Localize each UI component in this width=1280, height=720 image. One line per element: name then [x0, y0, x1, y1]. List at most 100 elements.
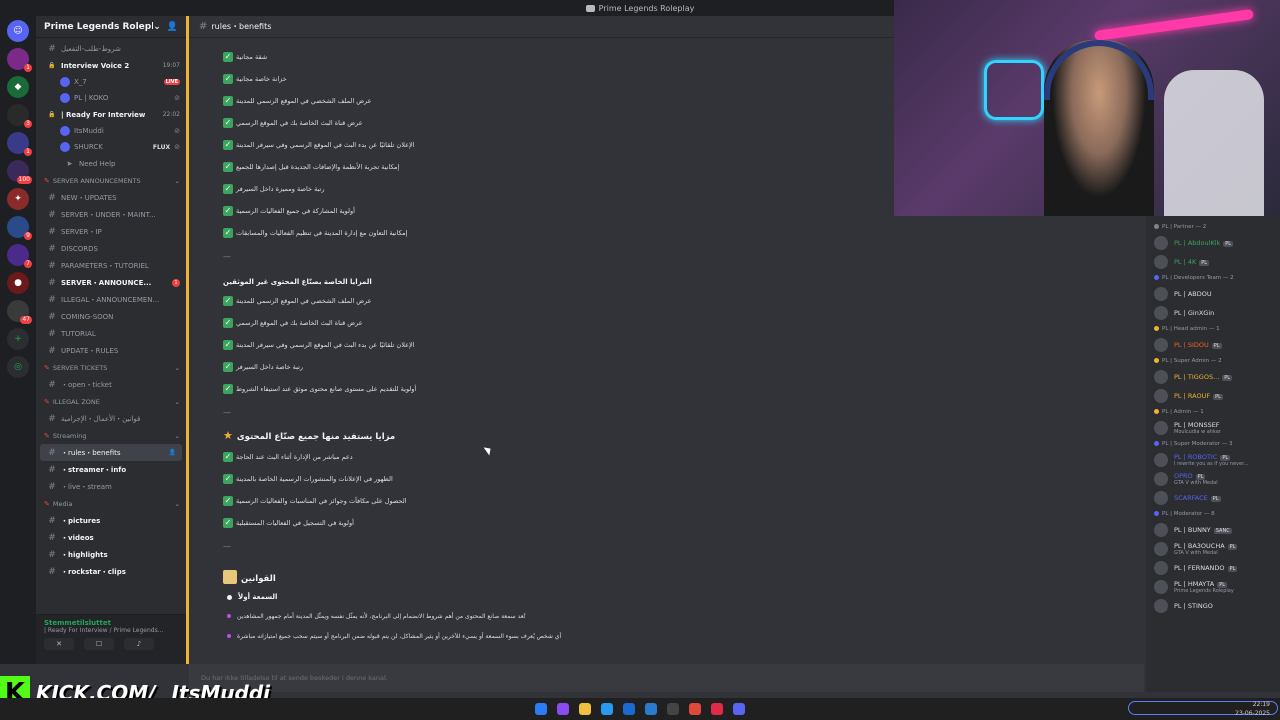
member-item[interactable]: PL | RAOUF PL [1146, 386, 1280, 405]
member-item[interactable]: PL | ROBOTIC PL I rewrite you as if you ne… [1146, 450, 1280, 469]
server-icon[interactable]: 9 [7, 216, 32, 240]
server-icon[interactable]: 47 [7, 300, 32, 324]
voice-user[interactable]: X_7 LIVE [36, 74, 186, 90]
discord-taskbar-icon[interactable] [733, 703, 745, 715]
channel-item[interactable]: # ILLEGAL・ANNOUNCEMEN... [36, 291, 186, 308]
add-member-icon[interactable]: 👤 [167, 22, 178, 32]
channel-item[interactable]: # ・videos [36, 529, 186, 546]
channel-item-active[interactable]: # ・rules・benefits 👤 [40, 444, 182, 461]
voice-user-name: ItsMuddi [74, 127, 104, 135]
channel-category[interactable]: ✎ SERVER TICKETS ⌄ [36, 359, 186, 376]
server-icon[interactable]: ✦ [7, 188, 29, 210]
app-icon[interactable] [667, 703, 679, 715]
explore-icon[interactable]: ◎ [7, 356, 29, 378]
channel-item[interactable]: # ・open・ticket [36, 376, 186, 393]
channel-item[interactable]: # شروط-طلب-التفعيل [36, 40, 186, 57]
server-icon[interactable]: 7 [7, 244, 32, 268]
member-item[interactable]: PL | STINGO [1146, 596, 1280, 615]
windows-start-icon[interactable] [535, 703, 547, 715]
member-item[interactable]: PL | HMAYTA PL Prime Legends Roleplay [1146, 577, 1280, 596]
channel-item[interactable]: # ・live・stream [36, 478, 186, 495]
member-item[interactable]: PL | TIGGOS... PL [1146, 367, 1280, 386]
thread-item[interactable]: ▸ Need Help [36, 155, 186, 172]
vscode-icon[interactable] [645, 703, 657, 715]
store-icon[interactable] [623, 703, 635, 715]
edge-icon[interactable] [601, 703, 613, 715]
channel-item[interactable]: # TUTORIAL [36, 325, 186, 342]
member-info: PL | RAOUF PL [1174, 392, 1223, 400]
rule-title-text: السمعة أولاً [238, 593, 278, 601]
member-item[interactable]: PL | BUNNY SANC [1146, 520, 1280, 539]
member-item[interactable]: PL | MONSSEF Moulcudia w ahkar [1146, 418, 1280, 437]
voice-channel-label[interactable]: | Ready For Interview / Prime Legends... [44, 627, 178, 634]
member-item[interactable]: PL | ABDOU [1146, 284, 1280, 303]
member-item[interactable]: PL | AbdoulKlk PL [1146, 233, 1280, 252]
member-status: I rewrite you as if you never... [1174, 460, 1249, 467]
voice-user[interactable]: PL | KOKO ⊘ [36, 90, 186, 106]
mention-badge: 1 [172, 278, 180, 287]
channel-item[interactable]: # ・pictures [36, 512, 186, 529]
channel-category[interactable]: ✎ ILLEGAL ZONE ⌄ [36, 393, 186, 410]
voice-user[interactable]: SHURCK FLUX ⊘ [36, 139, 186, 155]
channel-category[interactable]: ✎ SERVER ANNOUNCEMENTS ⌄ [36, 172, 186, 189]
benefit-text: عرض قناة البث الخاصة بك في الموقع الرسمي [236, 119, 363, 127]
soundboard-icon[interactable]: ♪ [124, 638, 154, 650]
channel-item[interactable]: # SERVER・UNDER・MAINT... [36, 206, 186, 223]
member-item[interactable]: PL | GinXGin [1146, 303, 1280, 322]
channel-item[interactable]: # COMING-SOON [36, 308, 186, 325]
file-explorer-icon[interactable] [579, 703, 591, 715]
copilot-icon[interactable] [557, 703, 569, 715]
channel-item[interactable]: # ・rockstar・clips [36, 563, 186, 580]
member-item[interactable]: PL | BA3OUCHA PL GTA V with Medal [1146, 539, 1280, 558]
member-info: PL | HMAYTA PL Prime Legends Roleplay [1174, 580, 1234, 594]
server-icon[interactable]: 1 [7, 48, 32, 72]
benefit-text: الظهور في الإعلانات والمنشورات الرسمية ا… [236, 475, 393, 483]
star-icon: ★ [223, 429, 233, 442]
server-icon[interactable]: ● [7, 272, 29, 294]
channel-item[interactable]: # UPDATE・RULES [36, 342, 186, 359]
voice-user[interactable]: ItsMuddi ⊘ [36, 123, 186, 139]
member-name: PL | 4K [1174, 257, 1197, 266]
member-item[interactable]: SCARFACE PL [1146, 488, 1280, 507]
avatar [60, 77, 70, 87]
channel-item[interactable]: # SERVER・ANNOUNCE... 1 [36, 274, 186, 291]
neon-controller-sign [984, 60, 1044, 120]
server-icon[interactable]: ◆ [7, 76, 29, 98]
hash-icon: # [48, 226, 56, 237]
obs-icon[interactable] [711, 703, 723, 715]
channel-category[interactable]: ✎ Streaming ⌄ [36, 427, 186, 444]
home-icon[interactable]: ☺ [7, 20, 29, 42]
member-item[interactable]: PL | SIDOU PL [1146, 335, 1280, 354]
server-icon[interactable]: 1 [7, 132, 32, 156]
channel-item[interactable]: # SERVER・IP [36, 223, 186, 240]
channel-item[interactable]: # ・streamer・info [36, 461, 186, 478]
channel-item[interactable]: # PARAMETERS・TUTORIEL [36, 257, 186, 274]
add-server-icon[interactable]: + [7, 328, 29, 350]
voice-channel[interactable]: 🔒 Interview Voice 2 19:07 [36, 57, 186, 74]
benefit-line: ✓ أولوية للتقديم على مستوى صانع محتوى موث… [223, 378, 883, 400]
member-item[interactable]: OPRO PL GTA V with Medal [1146, 469, 1280, 488]
channel-item[interactable]: # ・highlights [36, 546, 186, 563]
channel-item[interactable]: # DISCORDS [36, 240, 186, 257]
server-icon[interactable]: 100 [7, 160, 32, 184]
chrome-icon[interactable] [689, 703, 701, 715]
channel-item[interactable]: # NEW・UPDATES [36, 189, 186, 206]
channel-item[interactable]: # قوانين・الأعمال・الإجرامية [36, 410, 186, 427]
member-name: PL | FERNANDO [1174, 563, 1225, 572]
avatar [1154, 522, 1168, 537]
channel-category[interactable]: ✎ Media ⌄ [36, 495, 186, 512]
server-header[interactable]: Prime Legends Roleplay ⌄ 👤 [36, 16, 186, 38]
hash-icon: # [48, 192, 56, 203]
member-item[interactable]: PL | 4K PL [1146, 252, 1280, 271]
hash-icon: # [48, 294, 56, 305]
voice-channel[interactable]: 🔒 | Ready For Interview 22:02 [36, 106, 186, 123]
hash-icon: # [48, 260, 56, 271]
member-info: PL | BA3OUCHA PL GTA V with Medal [1174, 542, 1238, 556]
member-item[interactable]: PL | FERNANDO PL [1146, 558, 1280, 577]
invite-icon[interactable]: 👤 [169, 449, 176, 456]
activity-icon[interactable]: ☐ [84, 638, 114, 650]
member-info: PL | AbdoulKlk PL [1174, 239, 1234, 247]
server-icon[interactable]: 3 [7, 104, 32, 128]
noise-suppression-icon[interactable]: ✕ [44, 638, 74, 650]
hash-icon: # [48, 413, 56, 424]
